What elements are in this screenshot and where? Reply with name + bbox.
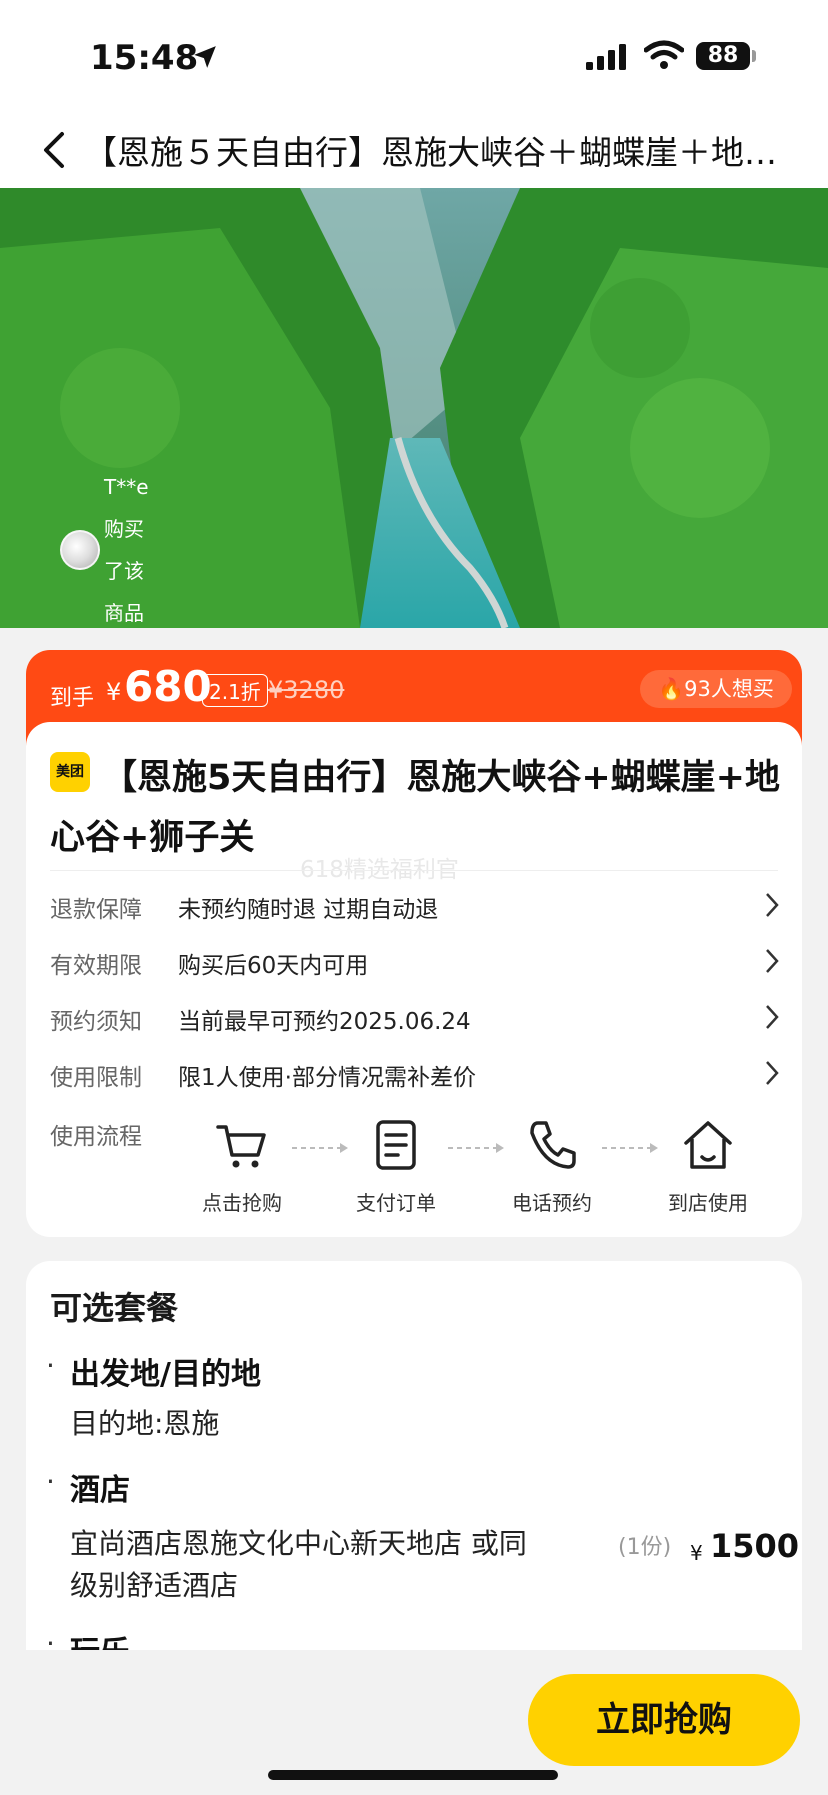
package-heading: 可选套餐 [50,1289,179,1327]
hotel-currency: ¥ [690,1541,703,1565]
home-icon [684,1121,732,1169]
bottom-action-bar: 立即抢购 [0,1650,828,1795]
bullet: · [46,1349,55,1382]
meituan-logo: 美团 [50,752,90,792]
cellular-signal-icon [586,44,626,70]
step-phone-booking: 电话预约 [492,1117,612,1216]
page-title: 【恩施５天自由行】恩施大峡谷＋蝴蝶崖＋地心… [84,133,794,172]
price-currency: ¥ [106,678,122,706]
hero-image[interactable]: T**e 购买了该商品 [0,188,828,628]
row-booking-notice[interactable]: 预约须知 当前最早可预约2025.06.24 [50,996,790,1040]
row-key: 退款保障 [50,897,142,923]
chevron-right-icon [766,1005,779,1029]
destination-text: 目的地:恩施 [70,1407,220,1440]
watermark-text: 618精选福利官 [300,857,459,883]
row-value: 当前最早可预约2025.06.24 [178,1009,471,1035]
hotel-quantity: (1份) [618,1535,672,1560]
section-hotel: 酒店 [70,1473,130,1508]
home-indicator [268,1770,558,1780]
battery-indicator: 88 [696,42,750,70]
want-count-badge: 🔥93人想买 [640,670,792,708]
row-key: 有效期限 [50,953,142,979]
location-arrow-icon [194,46,216,68]
flow-label: 使用流程 [50,1124,142,1150]
divider [50,870,778,871]
price-value: 680 [124,662,212,711]
back-chevron-icon[interactable] [40,130,70,170]
chevron-right-icon [766,1061,779,1085]
status-time: 15:48 [90,38,199,78]
row-value: 未预约随时退 过期自动退 [178,897,439,923]
hotel-price: 1500 [710,1527,800,1565]
row-key: 预约须知 [50,1009,142,1035]
step-purchase: 点击抢购 [182,1117,302,1216]
recent-buyer-text: T**e 购买了该商品 [104,475,149,625]
step-label: 点击抢购 [202,1191,282,1215]
step-pay: 支付订单 [336,1117,456,1216]
buy-now-button[interactable]: 立即抢购 [528,1674,800,1766]
wifi-icon [644,40,684,69]
phone-icon [530,1121,576,1169]
row-refund[interactable]: 退款保障 未预约随时退 过期自动退 [50,884,790,928]
avatar [60,530,100,570]
row-value: 限1人使用·部分情况需补差价 [178,1065,476,1091]
status-bar: 15:48 88 [0,0,828,110]
battery-tip [752,50,756,62]
original-price: ¥3280 [268,676,345,704]
row-key: 使用限制 [50,1065,142,1091]
discount-badge: 2.1折 [202,674,268,707]
cart-icon [216,1125,266,1168]
hotel-text-line1: 宜尚酒店恩施文化中心新天地店 或同 [70,1527,527,1560]
product-info-card: 【恩施5天自由行】恩施大峡谷+蝴蝶崖+地心谷+狮子关 美团 618精选福利官 退… [26,722,802,1237]
step-label: 到店使用 [668,1191,748,1215]
navigation-bar: 【恩施５天自由行】恩施大峡谷＋蝴蝶崖＋地心… [0,110,828,190]
row-usage-limit[interactable]: 使用限制 限1人使用·部分情况需补差价 [50,1052,790,1096]
row-value: 购买后60天内可用 [178,953,369,979]
recent-buyer-notice: T**e 购买了该商品 [60,475,149,625]
package-options-card: 可选套餐 · 出发地/目的地 目的地:恩施 · 酒店 宜尚酒店恩施文化中心新天地… [26,1261,802,1661]
step-label: 支付订单 [356,1191,436,1215]
price-label: 到手 [50,686,95,711]
row-validity[interactable]: 有效期限 购买后60天内可用 [50,940,790,984]
step-label: 电话预约 [512,1191,592,1215]
section-origin-destination: 出发地/目的地 [70,1357,261,1392]
hotel-text-line2: 级别舒适酒店 [70,1569,239,1602]
chevron-right-icon [766,949,779,973]
chevron-right-icon [766,893,779,917]
bullet: · [46,1465,55,1498]
step-use-in-store: 到店使用 [648,1117,768,1216]
document-icon [376,1120,416,1170]
